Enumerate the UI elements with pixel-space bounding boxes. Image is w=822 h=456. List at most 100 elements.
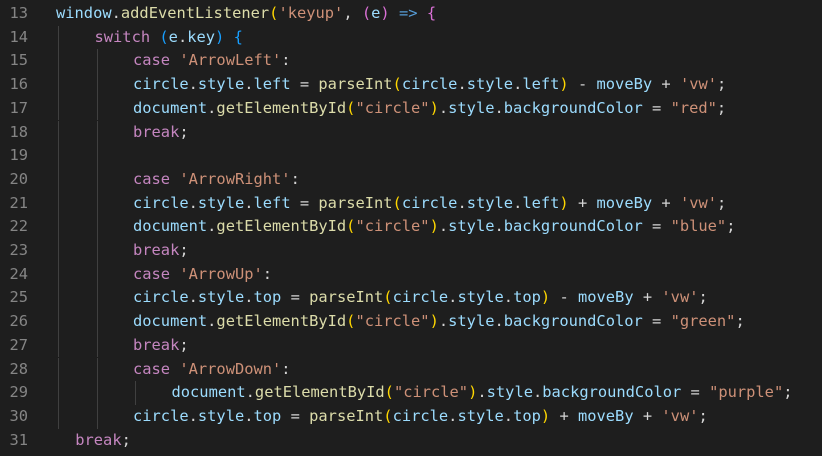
code-line[interactable]: 28 case 'ArrowDown': <box>0 357 822 382</box>
code-line[interactable]: 24 case 'ArrowUp': <box>0 262 822 287</box>
code-token: top <box>513 288 541 307</box>
code-token: window <box>56 4 112 22</box>
line-number: 31 <box>9 430 28 449</box>
code-line[interactable]: 14 switch (e.key) { <box>0 25 822 50</box>
indent-guide <box>58 49 59 74</box>
code-token: . <box>177 27 188 46</box>
code-token: ; <box>179 335 189 354</box>
indent-guide <box>96 215 98 239</box>
code-token: key <box>187 27 216 46</box>
code-token: = <box>290 193 319 212</box>
code-token: left <box>522 75 560 94</box>
code-line[interactable]: 22 document.getElementById("circle").styl… <box>0 215 822 239</box>
line-number: 13 <box>9 4 28 22</box>
line-number: 28 <box>9 359 28 378</box>
indent-guide <box>58 191 59 216</box>
code-text: case 'ArrowDown': <box>133 358 291 382</box>
code-text: case 'ArrowLeft': <box>133 49 291 73</box>
code-token: getElementById <box>254 383 385 402</box>
code-token: . <box>503 406 514 425</box>
code-token: e <box>168 27 178 46</box>
code-token: + <box>633 288 662 307</box>
code-line[interactable]: 20 case 'ArrowRight': <box>0 167 822 192</box>
code-token: style <box>486 383 533 402</box>
code-token: getElementById <box>216 312 347 331</box>
code-token: ; <box>698 288 708 307</box>
code-token: style <box>457 406 504 425</box>
code-token: "circle" <box>355 98 430 117</box>
code-token: circle <box>133 406 189 425</box>
indent-guide <box>96 404 98 429</box>
code-token: = <box>281 288 310 307</box>
code-token: ) <box>429 98 439 117</box>
code-token: case <box>133 51 171 70</box>
code-token: . <box>188 406 198 425</box>
code-token: . <box>513 193 523 212</box>
code-token: ( <box>392 75 402 94</box>
code-token: style <box>448 98 495 117</box>
indent-guide <box>96 381 98 405</box>
code-token: parseInt <box>309 288 384 307</box>
indent-guide <box>58 310 59 334</box>
indent-guide <box>58 239 59 263</box>
code-line[interactable]: 31 break; <box>0 429 822 453</box>
indent-guide <box>96 333 98 358</box>
code-line[interactable]: 19 <box>0 144 822 168</box>
indent-guide <box>96 262 98 287</box>
code-token: + <box>550 406 578 425</box>
code-text: document.getElementById("circle").style.… <box>172 381 793 405</box>
code-token: - <box>550 288 578 307</box>
code-line[interactable]: 25 circle.style.top = parseInt(circle.sty… <box>0 286 822 311</box>
line-number: 27 <box>9 335 28 354</box>
code-token: document <box>133 98 208 117</box>
code-token: moveBy <box>577 406 634 425</box>
code-token: = <box>681 383 710 402</box>
line-number: 19 <box>9 146 28 165</box>
code-token: : <box>290 169 300 188</box>
code-token: . <box>111 4 121 22</box>
code-token: break <box>133 335 180 354</box>
code-line[interactable]: 29 document.getElementById("circle").styl… <box>0 381 822 405</box>
code-token: circle <box>133 75 189 94</box>
code-token: ) <box>468 383 478 402</box>
code-token: : <box>262 264 273 283</box>
code-token: . <box>513 75 523 94</box>
code-token: ; <box>179 241 189 259</box>
code-line[interactable]: 30 circle.style.top = parseInt(circle.sty… <box>0 404 822 429</box>
code-token: backgroundColor <box>503 217 643 236</box>
code-editor[interactable]: 13 window.addEventListener('keyup', (e) =… <box>0 0 822 456</box>
code-token: ; <box>698 406 708 425</box>
code-line[interactable]: 26 document.getElementById("circle").styl… <box>0 310 822 334</box>
code-line[interactable]: 23 break; <box>0 239 822 263</box>
code-line[interactable]: 17 document.getElementById("circle").styl… <box>0 96 822 121</box>
code-line[interactable]: 27 break; <box>0 333 822 358</box>
code-line[interactable]: 18 break; <box>0 120 822 145</box>
code-line[interactable]: 16 circle.style.left = parseInt(circle.st… <box>0 73 822 97</box>
code-token: addEventListener <box>120 4 270 22</box>
code-token: "circle" <box>355 217 430 236</box>
line-number: 23 <box>9 241 28 259</box>
code-token: case <box>133 264 171 283</box>
code-text: break; <box>133 121 189 145</box>
code-token: . <box>457 193 467 212</box>
code-line[interactable]: 15 case 'ArrowLeft': <box>0 49 822 74</box>
indent-guide <box>96 73 98 97</box>
code-token: ( <box>383 406 393 425</box>
indent-guide <box>58 286 59 311</box>
indent-guide <box>58 167 59 192</box>
code-token: style <box>197 193 245 212</box>
code-token: break <box>133 241 180 259</box>
line-number: 25 <box>9 288 28 307</box>
code-token: . <box>438 217 449 236</box>
indent-guide <box>96 286 98 311</box>
code-line[interactable]: 21 circle.style.left = parseInt(circle.st… <box>0 191 822 216</box>
code-token: ; <box>121 430 131 449</box>
code-token: "green" <box>670 312 736 331</box>
code-text: break; <box>133 239 189 263</box>
code-line[interactable]: 13 window.addEventListener('keyup', (e) =… <box>0 2 822 26</box>
